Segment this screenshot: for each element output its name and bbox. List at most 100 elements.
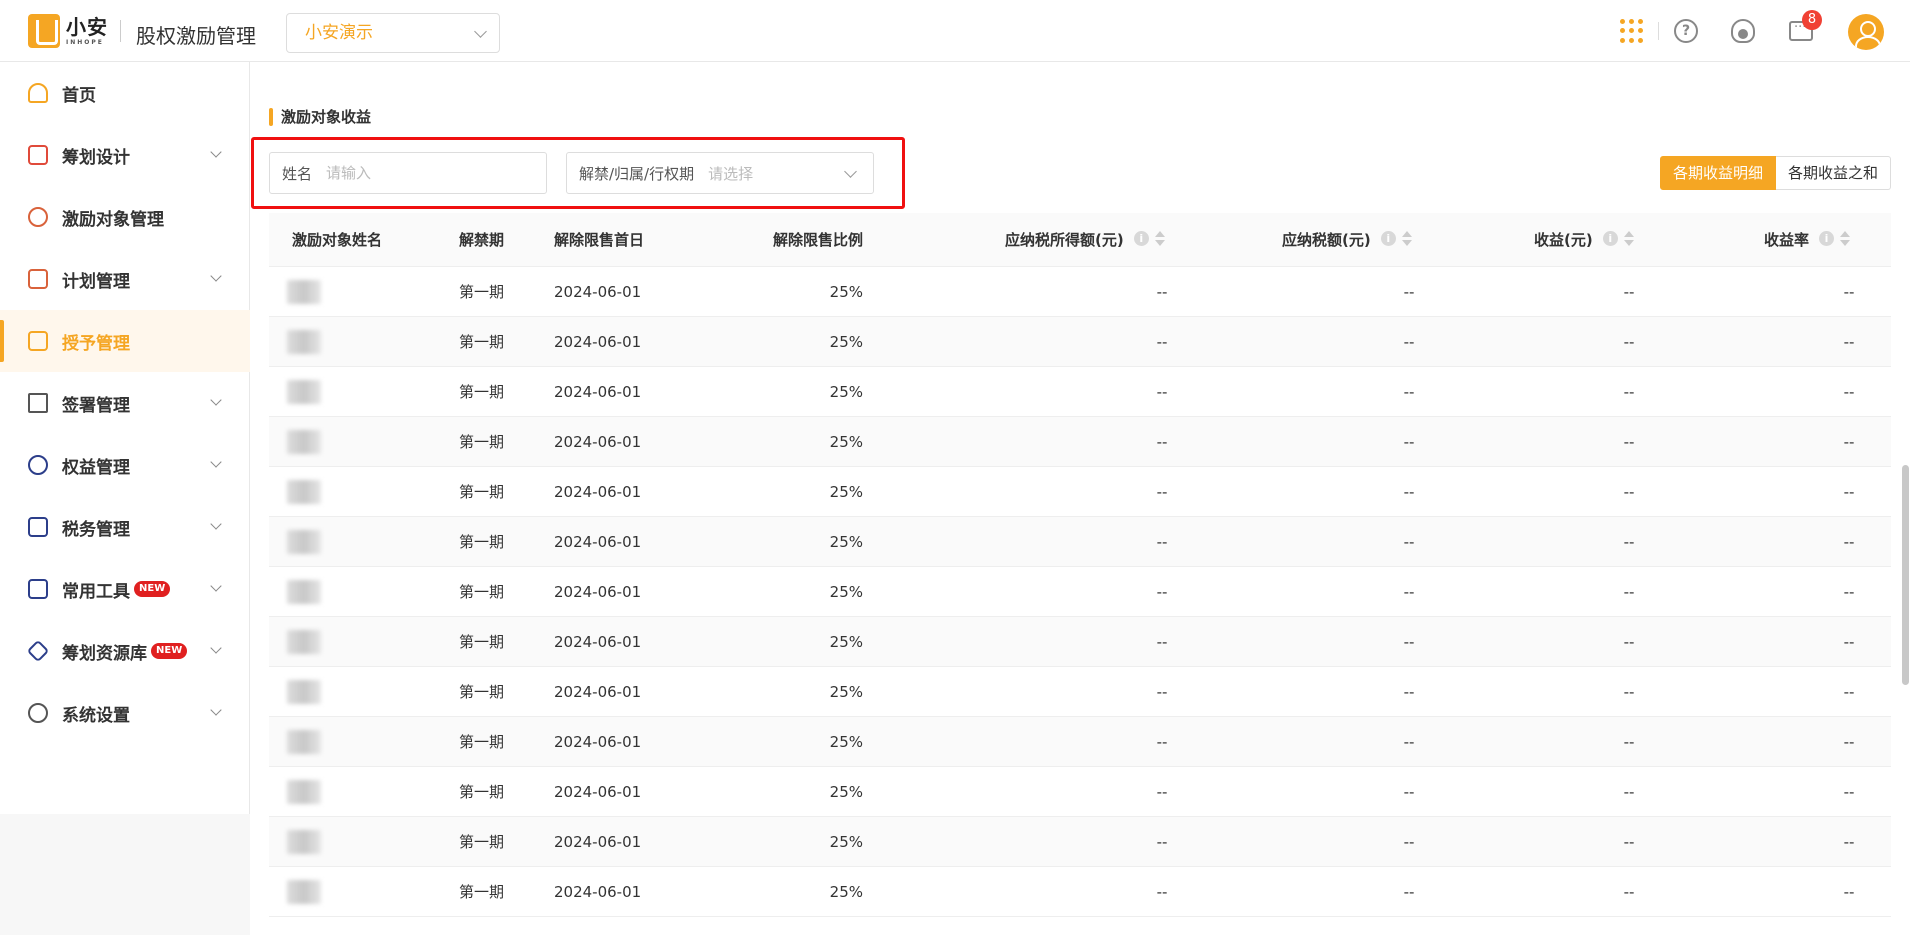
cell-tax: -- (1403, 633, 1415, 651)
sidebar-item-resource-library[interactable]: 筹划资源库 NEW (0, 620, 250, 682)
cell-ratio: 25% (829, 283, 863, 301)
view-toggle: 各期收益明细 各期收益之和 (1659, 156, 1891, 190)
cell-income: -- (1623, 283, 1635, 301)
sort-icon[interactable] (1154, 230, 1165, 247)
info-icon[interactable]: i (1819, 231, 1835, 246)
logo-divider (120, 20, 121, 42)
sidebar-item-home[interactable]: 首页 (0, 62, 250, 124)
cell-income: -- (1623, 683, 1635, 701)
cell-taxable: -- (1156, 333, 1168, 351)
redacted-name (287, 730, 321, 754)
cell-tax: -- (1403, 683, 1415, 701)
cell-income: -- (1623, 383, 1635, 401)
cell-rate: -- (1843, 483, 1855, 501)
sidebar-item-participants[interactable]: 激励对象管理 (0, 186, 250, 248)
cell-tax: -- (1403, 483, 1415, 501)
cell-ratio: 25% (829, 433, 863, 451)
new-badge: NEW (134, 581, 171, 597)
logo-icon (28, 14, 60, 48)
cell-rate: -- (1843, 533, 1855, 551)
redacted-name (287, 480, 321, 504)
cell-income: -- (1623, 733, 1635, 751)
org-select-value: 小安演示 (305, 23, 373, 43)
scrollbar-thumb[interactable] (1902, 465, 1909, 685)
logo[interactable]: 小安 INHOPE (28, 14, 121, 48)
cell-ratio: 25% (829, 583, 863, 601)
apps-grid-icon[interactable] (1620, 19, 1644, 43)
redacted-name (287, 330, 321, 354)
sidebar-item-tax[interactable]: 税务管理 (0, 496, 250, 558)
per-period-detail-button[interactable]: 各期收益明细 (1659, 156, 1776, 190)
cell-rate: -- (1843, 733, 1855, 751)
cell-taxable: -- (1156, 383, 1168, 401)
col-taxable-income-header[interactable]: 应纳税所得额(元) i (1005, 213, 1165, 267)
sort-icon[interactable] (1840, 230, 1851, 247)
sidebar-item-planning-design[interactable]: 筹划设计 (0, 124, 250, 186)
org-select[interactable]: 小安演示 (286, 13, 500, 53)
col-tax: 应纳税额(元) (1282, 231, 1371, 249)
chevron-down-icon (210, 456, 222, 468)
redacted-name (287, 530, 321, 554)
table-row[interactable]: 第一期 2024-06-01 25% -- -- -- -- (269, 317, 1891, 367)
chevron-down-icon (210, 518, 222, 530)
cell-ratio: 25% (829, 633, 863, 651)
sort-icon[interactable] (1401, 230, 1412, 247)
table-body: 第一期 2024-06-01 25% -- -- -- -- 第一期 2024-06-01 25%… (269, 267, 1891, 917)
table-row[interactable]: 第一期 2024-06-01 25% -- -- -- -- (269, 417, 1891, 467)
col-tax-header[interactable]: 应纳税额(元) i (1282, 213, 1412, 267)
cell-taxable: -- (1156, 283, 1168, 301)
cell-ratio: 25% (829, 533, 863, 551)
info-icon[interactable]: i (1602, 231, 1618, 246)
cell-period: 第一期 (459, 733, 505, 751)
col-income-header[interactable]: 收益(元) i (1534, 213, 1634, 267)
cell-tax: -- (1403, 883, 1415, 901)
chevron-down-icon (210, 394, 222, 406)
table-row[interactable]: 第一期 2024-06-01 25% -- -- -- -- (269, 767, 1891, 817)
cell-period: 第一期 (459, 433, 505, 451)
toolbox-icon (28, 579, 48, 599)
help-icon[interactable]: ? (1674, 19, 1698, 43)
table-row[interactable]: 第一期 2024-06-01 25% -- -- -- -- (269, 467, 1891, 517)
cell-income: -- (1623, 833, 1635, 851)
period-filter-label: 解禁/归属/行权期 (579, 164, 695, 183)
redacted-name (287, 830, 321, 854)
col-period: 解禁期 (459, 231, 505, 249)
message-badge: 8 (1802, 10, 1822, 30)
cell-rate: -- (1843, 833, 1855, 851)
cell-taxable: -- (1156, 733, 1168, 751)
avatar[interactable] (1848, 14, 1884, 50)
name-input[interactable] (326, 164, 507, 182)
sidebar-item-plan-management[interactable]: 计划管理 (0, 248, 250, 310)
sort-icon[interactable] (1623, 230, 1634, 247)
cell-ratio: 25% (829, 733, 863, 751)
table-row[interactable]: 第一期 2024-06-01 25% -- -- -- -- (269, 617, 1891, 667)
table-row[interactable]: 第一期 2024-06-01 25% -- -- -- -- (269, 567, 1891, 617)
sidebar-item-grant-management[interactable]: 授予管理 (0, 310, 250, 372)
chevron-down-icon (210, 270, 222, 282)
period-filter[interactable]: 解禁/归属/行权期 请选择 (566, 152, 874, 194)
cell-date: 2024-06-01 (554, 583, 642, 601)
customer-service-icon[interactable] (1731, 19, 1755, 43)
sidebar-item-rights[interactable]: 权益管理 (0, 434, 250, 496)
sidebar-item-label: 筹划资源库 (62, 643, 147, 664)
table-row[interactable]: 第一期 2024-06-01 25% -- -- -- -- (269, 717, 1891, 767)
info-icon[interactable]: i (1380, 231, 1396, 246)
table-row[interactable]: 第一期 2024-06-01 25% -- -- -- -- (269, 267, 1891, 317)
cell-rate: -- (1843, 383, 1855, 401)
table-row[interactable]: 第一期 2024-06-01 25% -- -- -- -- (269, 867, 1891, 917)
sidebar-item-settings[interactable]: 系统设置 (0, 682, 250, 744)
sidebar-item-signing[interactable]: 签署管理 (0, 372, 250, 434)
table-row[interactable]: 第一期 2024-06-01 25% -- -- -- -- (269, 817, 1891, 867)
sidebar-item-label: 授予管理 (62, 333, 130, 354)
sidebar-item-tools[interactable]: 常用工具 NEW (0, 558, 250, 620)
table-row[interactable]: 第一期 2024-06-01 25% -- -- -- -- (269, 517, 1891, 567)
cell-taxable: -- (1156, 483, 1168, 501)
info-icon[interactable]: i (1133, 231, 1149, 246)
sidebar-item-label: 税务管理 (62, 519, 130, 540)
table-row[interactable]: 第一期 2024-06-01 25% -- -- -- -- (269, 667, 1891, 717)
cell-rate: -- (1843, 633, 1855, 651)
table-row[interactable]: 第一期 2024-06-01 25% -- -- -- -- (269, 367, 1891, 417)
col-rate-header[interactable]: 收益率 i (1764, 213, 1851, 267)
period-sum-button[interactable]: 各期收益之和 (1775, 156, 1891, 190)
cell-period: 第一期 (459, 883, 505, 901)
